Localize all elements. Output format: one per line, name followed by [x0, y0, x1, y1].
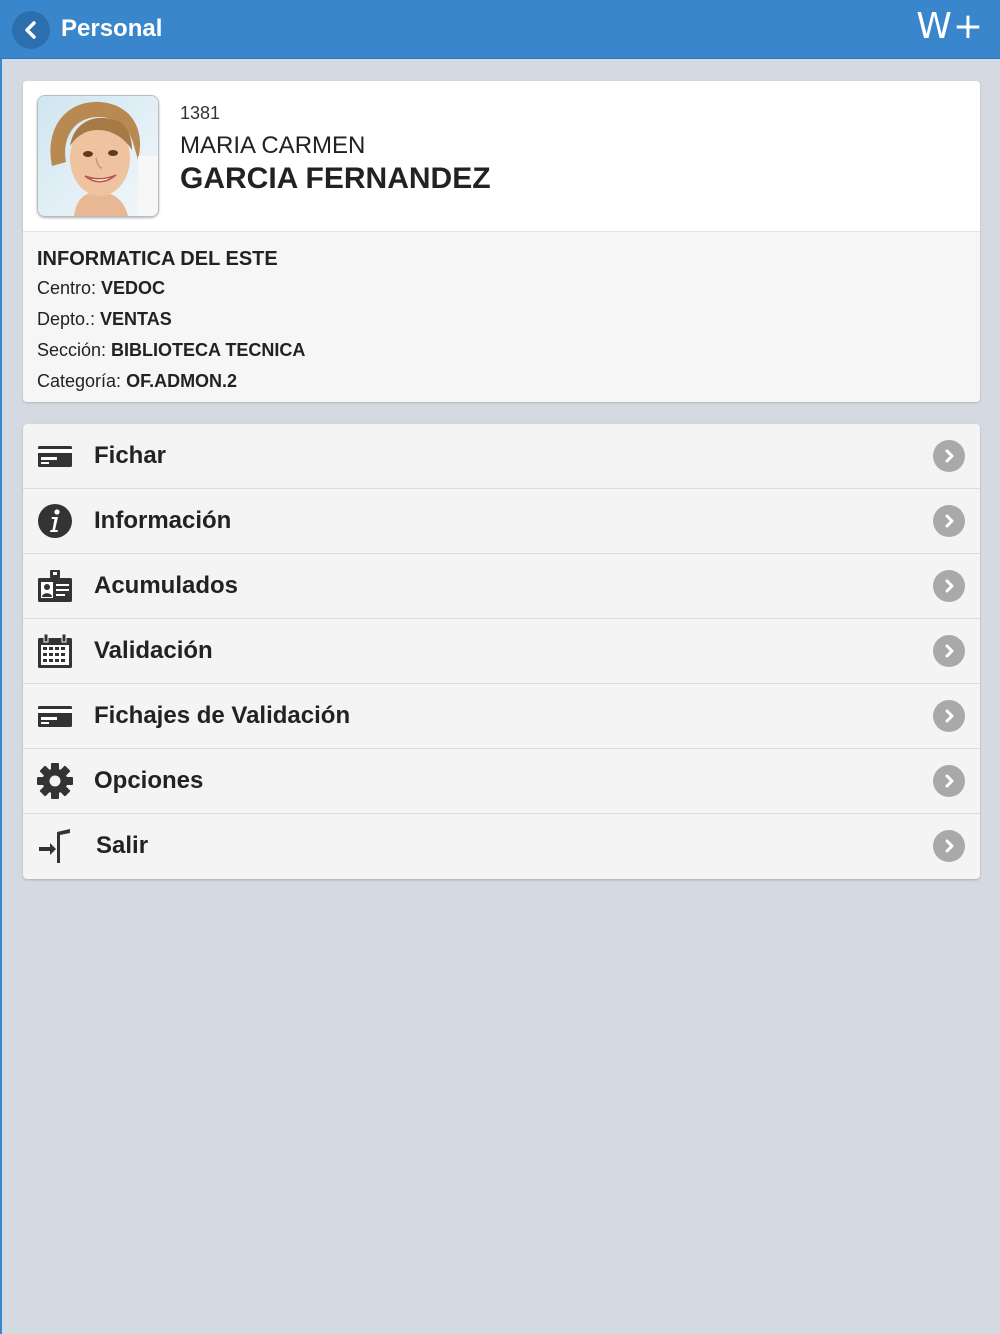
company-name: INFORMATICA DEL ESTE: [37, 248, 278, 270]
employee-first-name: MARIA CARMEN: [180, 132, 366, 159]
chevron-right-icon: [933, 635, 965, 667]
chevron-left-icon: [25, 21, 36, 39]
chevron-right-icon: [933, 765, 965, 797]
page-title: Personal: [61, 15, 163, 42]
menu-label: Acumulados: [94, 572, 239, 599]
menu-label: Opciones: [94, 767, 204, 794]
menu-item-validacion[interactable]: Validación: [23, 619, 980, 684]
detail-value: BIBLIOTECA TECNICA: [111, 340, 306, 360]
employee-id: 1381: [180, 103, 221, 123]
detail-centro: Centro: VEDOC: [37, 278, 165, 299]
chevron-right-icon: [933, 830, 965, 862]
chevron-right-icon: [933, 505, 965, 537]
chevron-right-icon: [933, 570, 965, 602]
menu-item-opciones[interactable]: Opciones: [23, 749, 980, 814]
detail-label: Sección:: [37, 340, 112, 360]
chevron-right-icon: [933, 700, 965, 732]
left-edge-stripe: [0, 58, 2, 1334]
detail-depto: Depto.: VENTAS: [37, 309, 172, 330]
gear-icon: [37, 763, 73, 799]
profile-details: INFORMATICA DEL ESTE Centro: VEDOC Depto…: [23, 232, 980, 402]
detail-value: VEDOC: [101, 278, 166, 298]
chevron-right-icon: [933, 440, 965, 472]
detail-seccion: Sección: BIBLIOTECA TECNICA: [37, 340, 305, 361]
back-button[interactable]: [12, 11, 50, 49]
detail-value: OF.ADMON.2: [126, 371, 238, 391]
id-badge-icon: [38, 570, 72, 602]
menu-item-salir[interactable]: Salir: [23, 814, 980, 878]
main-menu: Fichar Información Acumulados Validación…: [23, 424, 980, 879]
detail-value: VENTAS: [100, 309, 172, 329]
brand-logo: W+: [916, 6, 984, 47]
app-header: Personal W+: [0, 0, 1000, 59]
profile-header: 1381 MARIA CARMEN GARCIA FERNANDEZ: [23, 81, 980, 232]
menu-label: Fichar: [94, 442, 167, 469]
card-icon: [38, 706, 72, 727]
detail-label: Depto.:: [37, 309, 101, 329]
menu-label: Fichajes de Validación: [94, 702, 351, 729]
menu-item-fichajes-validacion[interactable]: Fichajes de Validación: [23, 684, 980, 749]
profile-card: 1381 MARIA CARMEN GARCIA FERNANDEZ INFOR…: [23, 81, 980, 402]
exit-icon: [39, 829, 70, 863]
menu-label: Información: [94, 507, 232, 534]
calendar-icon: [38, 633, 72, 668]
menu-label: Validación: [94, 637, 213, 664]
menu-item-acumulados[interactable]: Acumulados: [23, 554, 980, 619]
avatar: [37, 95, 159, 217]
info-icon: [38, 504, 72, 538]
employee-last-name: GARCIA FERNANDEZ: [180, 162, 491, 195]
detail-label: Categoría:: [37, 371, 127, 391]
detail-categoria: Categoría: OF.ADMON.2: [37, 371, 237, 392]
card-icon: [38, 446, 72, 467]
menu-item-informacion[interactable]: Información: [23, 489, 980, 554]
detail-label: Centro:: [37, 278, 102, 298]
menu-item-fichar[interactable]: Fichar: [23, 424, 980, 489]
menu-label: Salir: [96, 832, 149, 859]
